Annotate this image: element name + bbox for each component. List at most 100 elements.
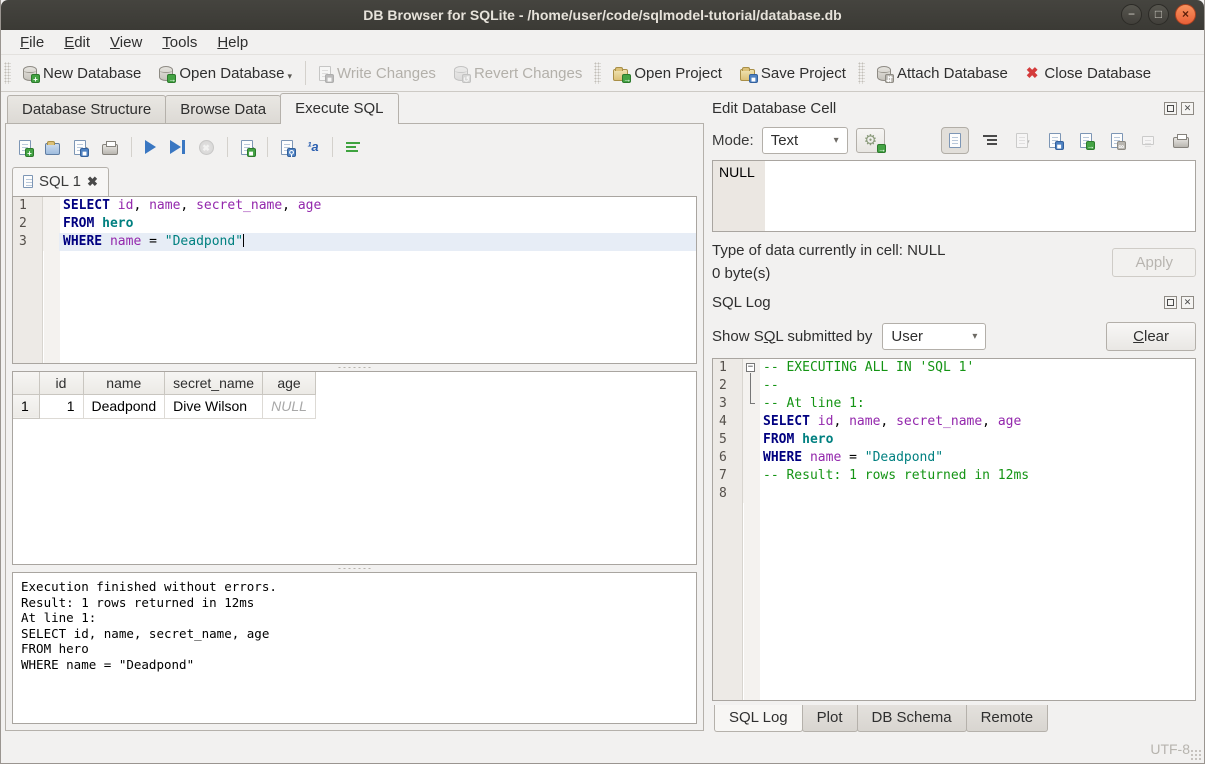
code-line: 8 [713, 485, 1195, 503]
corner-header[interactable] [13, 372, 39, 394]
app-window: DB Browser for SQLite - /home/user/code/… [0, 0, 1205, 764]
format-sql-icon[interactable] [341, 137, 365, 157]
tab-plot[interactable]: Plot [802, 705, 858, 732]
stop-execution-icon[interactable]: ✖ [194, 136, 219, 159]
set-null-icon[interactable] [1137, 132, 1159, 149]
row-number[interactable]: 1 [13, 394, 39, 418]
close-dock-icon[interactable]: ✕ [1181, 296, 1194, 309]
submitted-by-select[interactable]: User ▾ [882, 323, 986, 350]
close-database-icon: ✖ [1026, 66, 1039, 81]
export-data-icon[interactable]: ■ [1044, 129, 1066, 152]
attach-database-button[interactable]: ⇵ Attach Database [868, 60, 1017, 87]
toolbar-handle[interactable] [4, 62, 11, 84]
toolbar-handle[interactable] [594, 62, 601, 84]
word-wrap-icon[interactable] [978, 130, 1002, 150]
menu-file[interactable]: File [11, 32, 53, 53]
close-dock-icon[interactable]: ✕ [1181, 102, 1194, 115]
column-header-secret-name[interactable]: secret_name [165, 372, 263, 394]
fold-collapse-icon[interactable]: − [746, 363, 755, 372]
save-results-icon[interactable]: ■▾ [236, 136, 260, 159]
tab-db-schema[interactable]: DB Schema [857, 705, 967, 732]
tab-execute-sql[interactable]: Execute SQL [280, 93, 398, 124]
horizontal-splitter[interactable] [12, 364, 697, 371]
encoding-indicator: UTF-8 [1150, 741, 1190, 757]
execution-message-box[interactable]: Execution finished without errors. Resul… [12, 572, 697, 724]
close-tab-icon[interactable]: ✖ [87, 174, 98, 190]
print-icon[interactable] [97, 136, 123, 159]
code-line: 6WHERE name = "Deadpond" [713, 449, 1195, 467]
new-database-button[interactable]: + New Database [14, 60, 150, 87]
minimize-icon[interactable]: − [1121, 4, 1142, 25]
float-dock-icon[interactable] [1164, 296, 1177, 309]
sql-doc-tab[interactable]: SQL 1 ✖ [12, 167, 109, 196]
close-icon[interactable]: × [1175, 4, 1196, 25]
tab-sql-log[interactable]: SQL Log [714, 705, 803, 732]
resize-grip-icon[interactable] [1190, 749, 1202, 761]
import-data-icon[interactable]: ▾ [1011, 129, 1035, 152]
sql-editor-toolbar: + ■▾ ✖ ■▾ ⚲ ¹a [12, 130, 697, 164]
mode-select[interactable]: Text ▾ [762, 127, 848, 154]
toolbar-handle[interactable] [858, 62, 865, 84]
status-bar: UTF-8 [1, 735, 1204, 763]
auto-apply-button[interactable]: ⚙→ [856, 128, 885, 153]
save-sql-file-icon[interactable]: ■▾ [69, 136, 93, 159]
code-line: 4SELECT id, name, secret_name, age [713, 413, 1195, 431]
open-database-button[interactable]: → Open Database ▾ [150, 60, 301, 87]
copy-link-icon[interactable]: ∞ [1106, 129, 1128, 152]
save-project-button[interactable]: ■ Save Project [731, 60, 855, 87]
sql-log-dock-title: SQL Log ✕ [712, 290, 1196, 314]
execute-current-line-icon[interactable] [165, 136, 190, 158]
code-line: 3-- At line 1: [713, 395, 1195, 413]
tab-database-structure[interactable]: Database Structure [7, 95, 166, 124]
results-header-row: id name secret_name age [13, 372, 315, 394]
edit-cell-title: Edit Database Cell [712, 100, 1164, 117]
apply-button[interactable]: Apply [1112, 248, 1196, 277]
cell-secret-name[interactable]: Dive Wilson [165, 394, 263, 418]
main-toolbar: + New Database → Open Database ▾ ■ Write… [1, 55, 1204, 92]
maximize-icon[interactable]: □ [1148, 4, 1169, 25]
tab-browse-data[interactable]: Browse Data [165, 95, 281, 124]
save-project-icon: ■ [740, 69, 755, 81]
horizontal-splitter[interactable] [12, 565, 697, 572]
float-dock-icon[interactable] [1164, 102, 1177, 115]
column-header-age[interactable]: age [263, 372, 316, 394]
mode-label: Mode: [712, 132, 754, 149]
tab-remote[interactable]: Remote [966, 705, 1049, 732]
auto-complete-icon[interactable]: ¹a [302, 135, 324, 159]
open-in-external-icon[interactable]: → [1075, 129, 1097, 152]
cell-id[interactable]: 1 [39, 394, 83, 418]
find-icon[interactable]: ⚲ [276, 136, 298, 159]
clear-log-button[interactable]: Clear [1106, 322, 1196, 351]
column-header-name[interactable]: name [83, 372, 165, 394]
menu-help[interactable]: Help [208, 32, 257, 53]
close-database-button[interactable]: ✖ Close Database [1017, 60, 1160, 87]
print-cell-icon[interactable] [1168, 129, 1194, 152]
menu-edit[interactable]: Edit [55, 32, 99, 53]
cell-name[interactable]: Deadpond [83, 394, 165, 418]
new-sql-tab-icon[interactable]: + [14, 136, 36, 159]
cell-value-editor[interactable]: NULL [712, 160, 1196, 232]
open-sql-file-icon[interactable] [40, 136, 65, 159]
cell-editor-toolbar: ▾ ■ → ∞ [941, 127, 1194, 154]
menu-tools[interactable]: Tools [153, 32, 206, 53]
execute-all-icon[interactable] [140, 136, 161, 158]
menu-view[interactable]: View [101, 32, 151, 53]
text-mode-icon[interactable] [941, 127, 969, 154]
sql-editor[interactable]: 1SELECT id, name, secret_name, age2FROM … [12, 196, 697, 364]
cell-age[interactable]: NULL [263, 394, 316, 418]
open-database-dropdown-icon[interactable]: ▾ [287, 71, 292, 82]
revert-changes-button[interactable]: ↺ Revert Changes [445, 60, 591, 87]
sql-doc-icon [23, 175, 33, 188]
write-changes-icon: ■ [319, 66, 331, 81]
sql-log-view[interactable]: 1−-- EXECUTING ALL IN 'SQL 1'2--3-- At l… [712, 358, 1196, 701]
code-line: 2-- [713, 377, 1195, 395]
open-project-button[interactable]: → Open Project [604, 60, 731, 87]
chevron-down-icon: ▾ [972, 331, 977, 342]
filter-label: Show SQL submitted by [712, 328, 872, 345]
open-project-icon: → [613, 69, 628, 81]
bottom-tab-bar: SQL Log Plot DB Schema Remote [712, 705, 1196, 735]
column-header-id[interactable]: id [39, 372, 83, 394]
execute-sql-pane: + ■▾ ✖ ■▾ ⚲ ¹a [5, 123, 704, 731]
cell-mode-row: Mode: Text ▾ ⚙→ ▾ ■ → ∞ [712, 120, 1196, 160]
write-changes-button[interactable]: ■ Write Changes [310, 60, 445, 87]
